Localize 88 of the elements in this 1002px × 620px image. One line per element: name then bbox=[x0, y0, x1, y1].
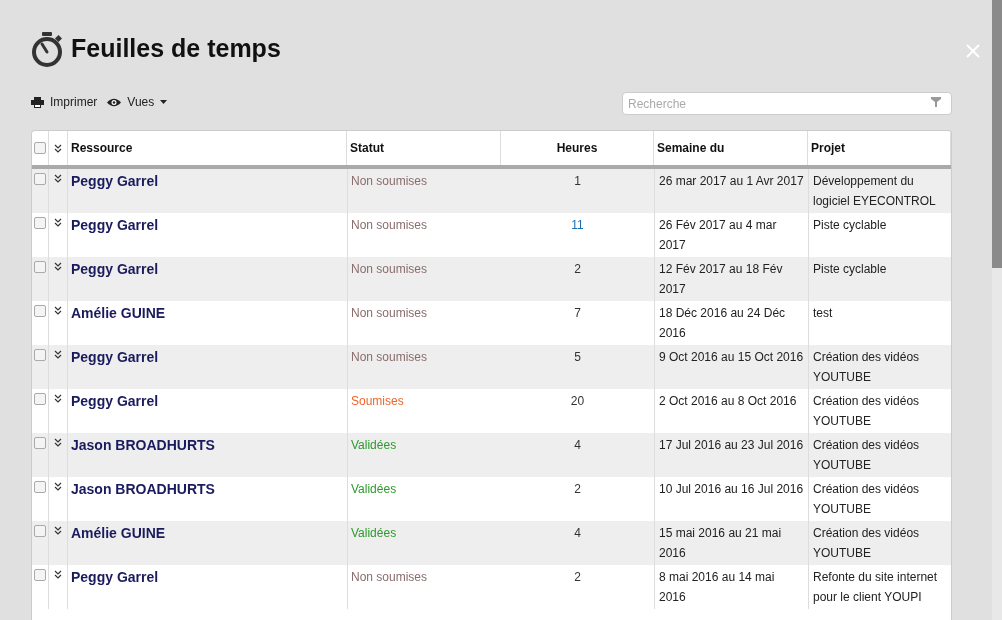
double-chevron-icon[interactable] bbox=[54, 218, 62, 227]
hours-cell[interactable]: 11 bbox=[571, 218, 584, 232]
checkbox[interactable] bbox=[34, 569, 46, 581]
hours-cell: 1 bbox=[574, 174, 581, 188]
checkbox[interactable] bbox=[34, 481, 46, 493]
status-text: Validées bbox=[351, 438, 397, 452]
project-cell: Développement du logiciel EYECONTROL bbox=[813, 174, 936, 208]
week-cell: 2 Oct 2016 au 8 Oct 2016 bbox=[659, 394, 797, 408]
checkbox[interactable] bbox=[34, 393, 46, 405]
status-text: Non soumises bbox=[351, 174, 428, 188]
hours-cell: 2 bbox=[574, 570, 581, 584]
print-button[interactable]: Imprimer bbox=[31, 93, 98, 111]
project-cell: test bbox=[813, 306, 833, 320]
column-header[interactable]: Projet bbox=[811, 139, 845, 157]
week-cell: 10 Jul 2016 au 16 Jul 2016 bbox=[659, 482, 804, 496]
project-cell: Création des vidéos YOUTUBE bbox=[813, 394, 920, 428]
double-chevron-icon[interactable] bbox=[54, 394, 62, 403]
double-chevron-icon[interactable] bbox=[54, 526, 62, 535]
resource-name[interactable]: Jason BROADHURTS bbox=[71, 437, 215, 453]
column-header[interactable]: Statut bbox=[350, 139, 384, 157]
resource-name[interactable]: Peggy Garrel bbox=[71, 569, 159, 585]
project-cell: Piste cyclable bbox=[813, 262, 887, 276]
double-chevron-icon[interactable] bbox=[54, 262, 62, 271]
week-cell: 26 mar 2017 au 1 Avr 2017 bbox=[659, 174, 804, 188]
week-cell: 12 Fév 2017 au 18 Fév 2017 bbox=[659, 262, 783, 296]
week-cell: 18 Déc 2016 au 24 Déc 2016 bbox=[659, 306, 786, 340]
project-cell: Piste cyclable bbox=[813, 218, 887, 232]
resource-name[interactable]: Amélie GUINE bbox=[71, 525, 166, 541]
status-text: Validées bbox=[351, 482, 397, 496]
double-chevron-icon[interactable] bbox=[54, 174, 62, 183]
week-cell: 9 Oct 2016 au 15 Oct 2016 bbox=[659, 350, 804, 364]
hours-cell: 4 bbox=[574, 438, 581, 452]
resource-name[interactable]: Amélie GUINE bbox=[71, 305, 166, 321]
checkbox[interactable] bbox=[34, 437, 46, 449]
checkbox[interactable] bbox=[34, 217, 46, 229]
resource-name[interactable]: Peggy Garrel bbox=[71, 393, 159, 409]
hours-cell: 4 bbox=[574, 526, 581, 540]
column-header[interactable]: Semaine du bbox=[657, 139, 725, 157]
project-cell: Création des vidéos YOUTUBE bbox=[813, 482, 920, 516]
printer-icon bbox=[31, 96, 44, 108]
stopwatch-icon bbox=[31, 31, 65, 67]
status-text: Validées bbox=[351, 526, 397, 540]
status-text: Non soumises bbox=[351, 218, 428, 232]
search-field[interactable]: Recherche bbox=[622, 92, 952, 115]
eye-icon bbox=[107, 97, 122, 107]
scrollbar-thumb[interactable] bbox=[992, 0, 1002, 268]
filter-icon[interactable] bbox=[931, 96, 941, 107]
column-header[interactable]: Ressource bbox=[71, 139, 133, 157]
project-cell: Création des vidéos YOUTUBE bbox=[813, 526, 920, 560]
double-chevron-icon[interactable] bbox=[54, 350, 62, 359]
checkbox[interactable] bbox=[34, 173, 46, 185]
double-chevron-icon[interactable] bbox=[54, 570, 62, 579]
hours-cell: 2 bbox=[574, 262, 581, 276]
double-chevron-icon[interactable] bbox=[54, 482, 62, 491]
hours-cell: 2 bbox=[574, 482, 581, 496]
close-icon[interactable] bbox=[966, 44, 980, 58]
status-text: Non soumises bbox=[351, 350, 428, 364]
week-cell: 17 Jul 2016 au 23 Jul 2016 bbox=[659, 438, 804, 452]
checkbox[interactable] bbox=[34, 349, 46, 361]
resource-name[interactable]: Peggy Garrel bbox=[71, 217, 159, 233]
status-text: Soumises bbox=[351, 394, 404, 408]
checkbox[interactable] bbox=[34, 305, 46, 317]
resource-name[interactable]: Peggy Garrel bbox=[71, 349, 159, 365]
project-cell: Refonte du site internet pour le client YOUPI bbox=[813, 570, 938, 604]
double-chevron-icon[interactable] bbox=[54, 143, 62, 153]
double-chevron-icon[interactable] bbox=[54, 438, 62, 447]
double-chevron-icon[interactable] bbox=[54, 306, 62, 315]
week-cell: 26 Fév 2017 au 4 mar 2017 bbox=[659, 218, 777, 252]
week-cell: 8 mai 2016 au 14 mai 2016 bbox=[659, 570, 775, 604]
caret-icon bbox=[160, 100, 168, 104]
page-title: Feuilles de temps bbox=[71, 33, 281, 65]
status-text: Non soumises bbox=[351, 262, 428, 276]
week-cell: 15 mai 2016 au 21 mai 2016 bbox=[659, 526, 782, 560]
views-dropdown[interactable]: Vues bbox=[107, 93, 168, 111]
resource-name[interactable]: Peggy Garrel bbox=[71, 261, 159, 277]
project-cell: Création des vidéos YOUTUBE bbox=[813, 438, 920, 472]
project-cell: Création des vidéos YOUTUBE bbox=[813, 350, 920, 384]
hours-cell: 5 bbox=[574, 350, 581, 364]
resource-name[interactable]: Jason BROADHURTS bbox=[71, 481, 215, 497]
status-text: Non soumises bbox=[351, 306, 428, 320]
checkbox[interactable] bbox=[34, 525, 46, 537]
hours-cell: 20 bbox=[570, 394, 585, 408]
hours-cell: 7 bbox=[574, 306, 581, 320]
column-header[interactable]: Heures bbox=[556, 139, 598, 157]
checkbox[interactable] bbox=[34, 142, 46, 154]
resource-name[interactable]: Peggy Garrel bbox=[71, 173, 159, 189]
status-text: Non soumises bbox=[351, 570, 428, 584]
checkbox[interactable] bbox=[34, 261, 46, 273]
